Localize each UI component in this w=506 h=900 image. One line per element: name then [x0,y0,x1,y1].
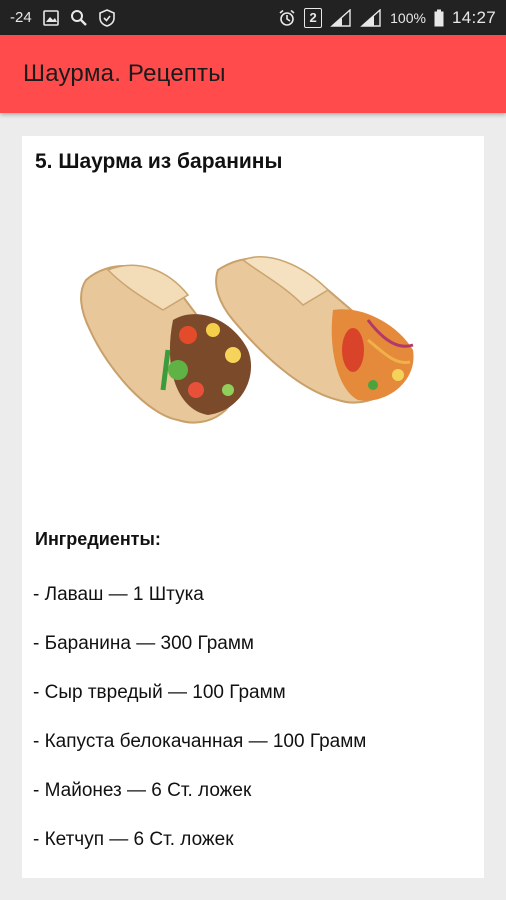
sim-icon: 2 [304,7,323,28]
status-bar: -24 2 100% 14:27 [0,0,506,35]
signal-icon [360,8,382,27]
image-icon [42,9,60,27]
app-bar: Шаурма. Рецепты [0,35,506,113]
ingredient-item: - Майонез — 6 Ст. ложек [33,780,252,801]
ingredient-item: - Капуста белокачанная — 100 Грамм [33,731,367,752]
ingredient-item: - Лаваш — 1 Штука [33,584,204,605]
sim-slot-label: 2 [309,10,317,25]
clock: 14:27 [451,7,496,27]
alarm-icon [278,9,296,27]
search-icon [70,9,88,27]
signal-strength-label: -24 [10,9,32,26]
battery-icon [434,9,444,27]
shield-icon [98,8,116,27]
ingredient-item: - Баранина — 300 Грамм [33,633,254,654]
ingredients-heading: Ингредиенты: [35,529,161,549]
recipe-card: 5. Шаурма из баранины Ингредиенты: - Лав… [22,136,484,878]
app-title: Шаурма. Рецепты [23,60,226,87]
ingredient-item: - Сыр твредый — 100 Грамм [33,682,286,703]
ingredient-item: - Кетчуп — 6 Ст. ложек [33,829,234,850]
shawarma-image [80,256,414,424]
battery-percent: 100% [390,9,426,26]
recipe-title: 5. Шаурма из баранины [35,150,283,173]
signal-icon [330,8,352,27]
